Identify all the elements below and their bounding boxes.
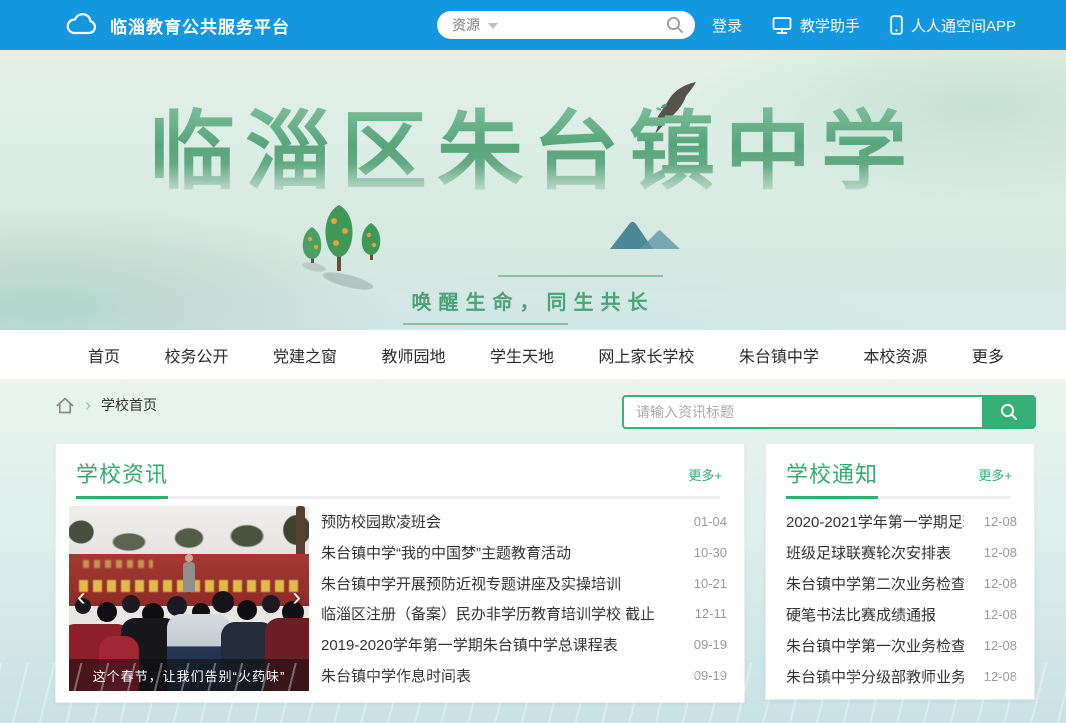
- login-button[interactable]: 登录: [712, 15, 742, 36]
- news-card: 学校资讯 更多+ 这个春节，让我们告别“火药味” ‹ ›: [55, 443, 745, 703]
- news-card-header: 学校资讯 更多+: [56, 444, 744, 499]
- photo-crowd: [265, 618, 309, 691]
- notice-row[interactable]: 2020-2021学年第一学期足球 12-08: [786, 506, 1017, 537]
- news-row[interactable]: 预防校园欺凌班会 01-04: [321, 506, 727, 537]
- notice-row[interactable]: 朱台镇中学第一次业务检查的 12-08: [786, 630, 1017, 661]
- notice-more-link[interactable]: 更多+: [978, 465, 1012, 484]
- carousel-prev-arrow[interactable]: ‹: [77, 583, 86, 609]
- article-search-button[interactable]: [982, 395, 1036, 429]
- news-title-rule: [76, 496, 720, 499]
- content-area: › 学校首页 学校资讯 更多+: [0, 380, 1066, 723]
- monitor-icon: [772, 16, 792, 35]
- nav-item-parents-school[interactable]: 网上家长学校: [598, 343, 694, 367]
- breadcrumb: › 学校首页: [55, 395, 157, 415]
- school-banner: 临淄区朱台镇中学 唤醒生命，同生共: [0, 50, 1066, 330]
- slogan-block: 唤醒生命，同生共长: [0, 275, 1066, 325]
- topbar-actions: 登录 教学助手 人人通空间APP: [712, 0, 1016, 50]
- nav-item-teachers[interactable]: 教师园地: [381, 343, 445, 367]
- carousel-next-arrow[interactable]: ›: [292, 583, 301, 609]
- nav-item-school-affairs[interactable]: 校务公开: [164, 343, 228, 367]
- nav-item-zhutai-school[interactable]: 朱台镇中学: [739, 343, 819, 367]
- search-category-dropdown[interactable]: 资源: [452, 15, 480, 35]
- slogan-rule-bottom: [403, 323, 568, 325]
- news-more-link[interactable]: 更多+: [688, 465, 722, 484]
- platform-title: 临淄教育公共服务平台: [110, 13, 290, 38]
- notice-row[interactable]: 班级足球联赛轮次安排表 12-08: [786, 537, 1017, 568]
- notice-row[interactable]: 朱台镇中学第二次业务检查的 12-08: [786, 568, 1017, 599]
- news-list: 预防校园欺凌班会 01-04 朱台镇中学“我的中国梦”主题教育活动 10-30 …: [321, 506, 727, 691]
- news-row[interactable]: 朱台镇中学作息时间表 09-19: [321, 660, 727, 691]
- notice-title-rule: [786, 496, 1010, 499]
- topbar-search-input[interactable]: [506, 18, 665, 33]
- mountains-illustration: [608, 215, 683, 253]
- notice-title: 学校通知: [786, 457, 878, 489]
- platform-brand[interactable]: 临淄教育公共服务平台: [66, 0, 290, 50]
- cloud-icon: [66, 13, 98, 37]
- carousel-caption: 这个春节，让我们告别“火药味”: [69, 659, 309, 691]
- news-row[interactable]: 2019-2020学年第一学期朱台镇中学总课程表 09-19: [321, 629, 727, 660]
- photo-crowd: [99, 636, 139, 691]
- notice-card-header: 学校通知 更多+: [766, 444, 1034, 499]
- school-name: 临淄区朱台镇中学: [0, 105, 1066, 200]
- article-search: [622, 395, 1036, 429]
- app-button[interactable]: 人人通空间APP: [890, 15, 1016, 36]
- topbar-search[interactable]: 资源: [437, 11, 695, 39]
- search-icon[interactable]: [665, 15, 685, 35]
- notice-card: 学校通知 更多+ 2020-2021学年第一学期足球 12-08 班级足球联赛轮…: [765, 443, 1035, 700]
- news-row[interactable]: 临淄区注册（备案）民办非学历教育培训学校 截止2019 12-11: [321, 598, 727, 629]
- slogan-text: 唤醒生命，同生共长: [412, 286, 655, 315]
- phone-icon: [890, 15, 903, 35]
- notice-list: 2020-2021学年第一学期足球 12-08 班级足球联赛轮次安排表 12-0…: [786, 506, 1017, 692]
- slogan-rule-top: [498, 275, 663, 277]
- nav-item-home[interactable]: 首页: [88, 343, 120, 367]
- nav-item-school-resources[interactable]: 本校资源: [863, 343, 927, 367]
- breadcrumb-separator: ›: [85, 396, 91, 414]
- nav-item-more[interactable]: 更多: [972, 343, 1004, 367]
- photo-speaker: [183, 562, 195, 592]
- news-carousel[interactable]: 这个春节，让我们告别“火药味” ‹ ›: [69, 506, 309, 691]
- home-icon[interactable]: [55, 396, 75, 415]
- breadcrumb-current[interactable]: 学校首页: [101, 395, 157, 415]
- topbar: 临淄教育公共服务平台 资源 登录 教学助手: [0, 0, 1066, 50]
- news-title: 学校资讯: [76, 457, 168, 489]
- article-search-input[interactable]: [622, 395, 982, 429]
- news-row[interactable]: 朱台镇中学开展预防近视专题讲座及实操培训 10-21: [321, 568, 727, 599]
- chevron-down-icon: [488, 23, 498, 29]
- news-row[interactable]: 朱台镇中学“我的中国梦”主题教育活动 10-30: [321, 537, 727, 568]
- photo-trees: [69, 512, 309, 556]
- notice-row[interactable]: 硬笔书法比赛成绩通报 12-08: [786, 599, 1017, 630]
- teaching-assistant-button[interactable]: 教学助手: [772, 15, 860, 36]
- nav-item-students[interactable]: 学生天地: [490, 343, 554, 367]
- main-nav: 首页 校务公开 党建之窗 教师园地 学生天地 网上家长学校 朱台镇中学 本校资源…: [0, 330, 1066, 380]
- nav-item-party-building[interactable]: 党建之窗: [273, 343, 337, 367]
- notice-row[interactable]: 朱台镇中学分级部教师业务展 12-08: [786, 661, 1017, 692]
- page: 临淄教育公共服务平台 资源 登录 教学助手: [0, 0, 1066, 723]
